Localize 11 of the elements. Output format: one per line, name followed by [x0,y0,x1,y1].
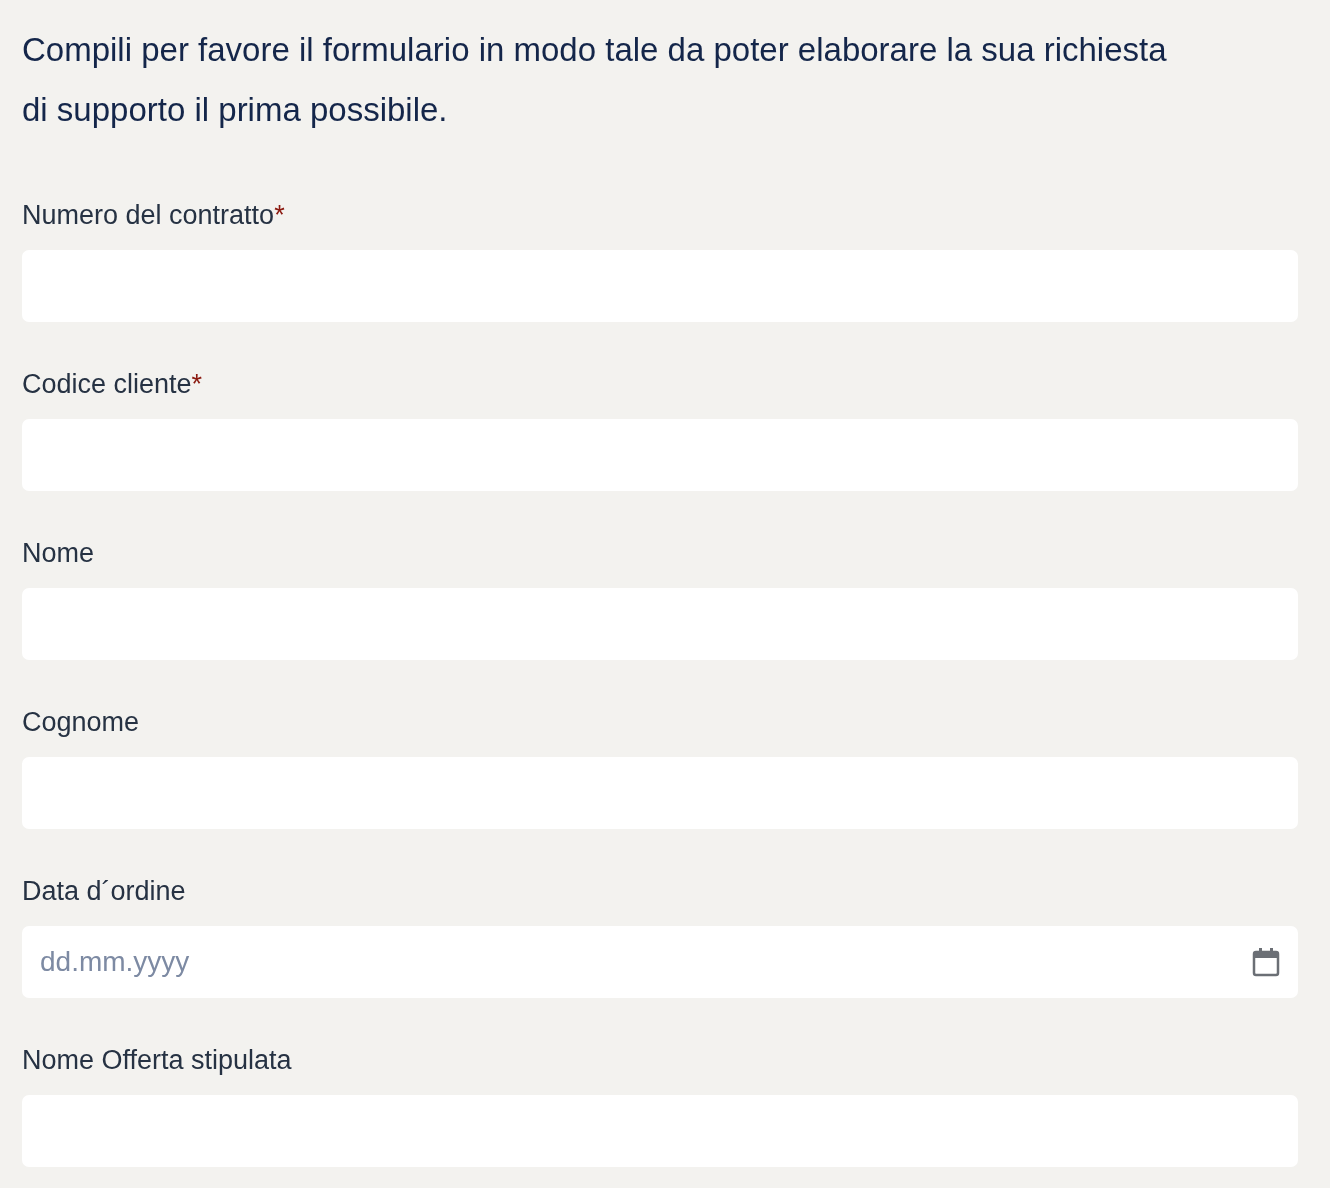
date-field[interactable]: dd.mm.yyyy [22,926,1298,998]
intro-text: Compili per favore il formulario in modo tale da poter elaborare la sua richiesta di supporto il prima possibile. [22,30,1168,130]
field-label: Data d´ordine [22,876,186,906]
field-label: Codice cliente [22,369,192,399]
required-mark: * [191,369,203,399]
field-label: Numero del contratto [22,200,275,230]
field-label: Cognome [22,707,140,737]
calendar-icon[interactable] [1252,947,1280,977]
field-label: Nome [22,538,95,568]
field-label: Nome Offerta stipulata [22,1045,292,1075]
required-mark: * [274,200,285,230]
